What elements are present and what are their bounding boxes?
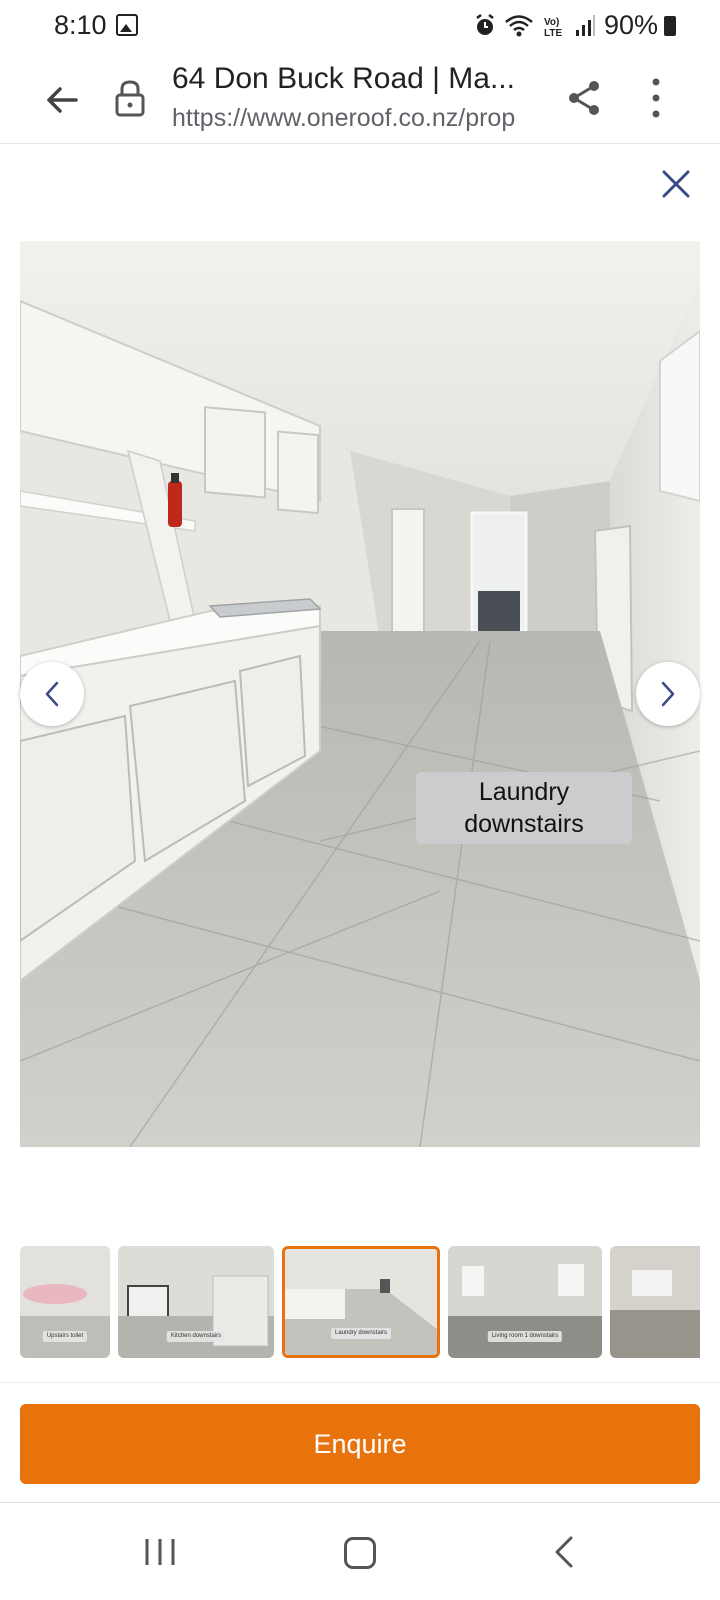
status-icons: Vo) LTE 90%: [474, 10, 658, 41]
status-time: 8:10: [54, 10, 107, 40]
thumbnail[interactable]: [610, 1246, 700, 1358]
share-icon[interactable]: [562, 76, 606, 120]
browser-toolbar: 64 Don Buck Road | Ma... https://www.one…: [0, 52, 720, 144]
more-options-icon[interactable]: [636, 74, 676, 122]
alarm-icon: [476, 13, 494, 35]
back-arrow-icon[interactable]: [40, 78, 84, 122]
chevron-left-icon: [45, 681, 59, 707]
chevron-right-icon: [661, 681, 675, 707]
next-photo-button[interactable]: [636, 662, 700, 726]
thumbnail-strip[interactable]: Upstairs toilet Kitchen downstairs Laund…: [20, 1246, 700, 1360]
thumbnail[interactable]: Upstairs toilet: [20, 1246, 110, 1358]
thumbnail-label: Living room 1 downstairs: [487, 1331, 563, 1342]
image-icon: [116, 14, 138, 36]
page-url[interactable]: https://www.oneroof.co.nz/prop: [172, 104, 538, 133]
thumbnail[interactable]: Living room 1 downstairs: [448, 1246, 602, 1358]
enquire-button[interactable]: Enquire: [20, 1404, 700, 1484]
thumbnail-image: [610, 1246, 700, 1358]
thumbnail-active[interactable]: Laundry downstairs: [282, 1246, 440, 1358]
thumbnail-image: [285, 1249, 437, 1355]
system-navigation-bar: [0, 1503, 720, 1600]
volte-icon: Vo) LTE: [544, 17, 562, 38]
battery-percent: 90%: [603, 10, 658, 40]
previous-photo-button[interactable]: [20, 662, 84, 726]
system-back-icon[interactable]: [551, 1535, 575, 1569]
signal-icon: [575, 14, 595, 36]
battery-icon: [664, 16, 676, 36]
lock-icon[interactable]: [112, 78, 148, 118]
recent-apps-icon[interactable]: [143, 1537, 177, 1567]
status-bar: 8:10 Vo) LTE 90%: [0, 0, 720, 52]
thumbnail-label: Upstairs toilet: [42, 1331, 88, 1342]
thumbnail[interactable]: Kitchen downstairs: [118, 1246, 274, 1358]
close-icon[interactable]: [660, 168, 692, 200]
svg-text:LTE: LTE: [544, 28, 562, 38]
wifi-icon: [505, 14, 533, 36]
home-icon[interactable]: [344, 1537, 376, 1569]
divider: [0, 1382, 720, 1383]
photo-caption: Laundry downstairs: [416, 772, 632, 844]
thumbnail-label: Laundry downstairs: [330, 1328, 392, 1339]
page-title[interactable]: 64 Don Buck Road | Ma...: [172, 62, 542, 96]
laundry-photo-image: [20, 241, 700, 1147]
thumbnail-label: Kitchen downstairs: [166, 1331, 226, 1342]
svg-text:Vo): Vo): [544, 17, 559, 28]
gallery-photo[interactable]: Laundry downstairs: [20, 241, 700, 1147]
